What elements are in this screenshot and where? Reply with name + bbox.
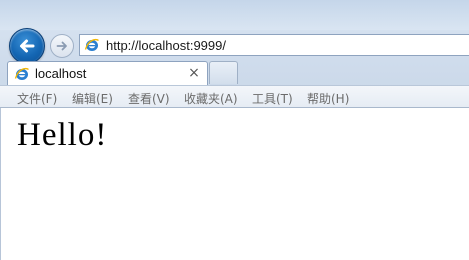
browser-chrome: http://localhost:9999/ localhost × 文件(F)… bbox=[0, 0, 469, 108]
new-tab-button[interactable] bbox=[209, 61, 238, 84]
address-url[interactable]: http://localhost:9999/ bbox=[106, 38, 226, 53]
forward-button[interactable] bbox=[50, 34, 74, 58]
menu-favorites[interactable]: 收藏夹(A) bbox=[184, 90, 238, 107]
menu-tools[interactable]: 工具(T) bbox=[252, 90, 293, 107]
ie-page-icon bbox=[13, 65, 31, 83]
menu-help[interactable]: 帮助(H) bbox=[307, 90, 349, 107]
back-button[interactable] bbox=[9, 28, 45, 64]
back-arrow-icon bbox=[20, 39, 35, 53]
close-icon[interactable]: × bbox=[186, 65, 202, 81]
address-bar[interactable]: http://localhost:9999/ bbox=[79, 34, 469, 56]
page-heading: Hello! bbox=[17, 117, 108, 153]
page-content: Hello! bbox=[0, 108, 469, 260]
forward-arrow-icon bbox=[56, 41, 67, 51]
menu-file[interactable]: 文件(F) bbox=[17, 90, 57, 107]
menu-bar: 文件(F) 编辑(E) 查看(V) 收藏夹(A) 工具(T) 帮助(H) bbox=[0, 85, 469, 108]
menu-view[interactable]: 查看(V) bbox=[128, 90, 170, 107]
tab-localhost[interactable]: localhost × bbox=[7, 61, 208, 85]
menu-edit[interactable]: 编辑(E) bbox=[72, 90, 113, 107]
ie-page-icon bbox=[83, 36, 101, 54]
tab-title: localhost bbox=[35, 66, 87, 81]
title-band bbox=[0, 0, 469, 30]
